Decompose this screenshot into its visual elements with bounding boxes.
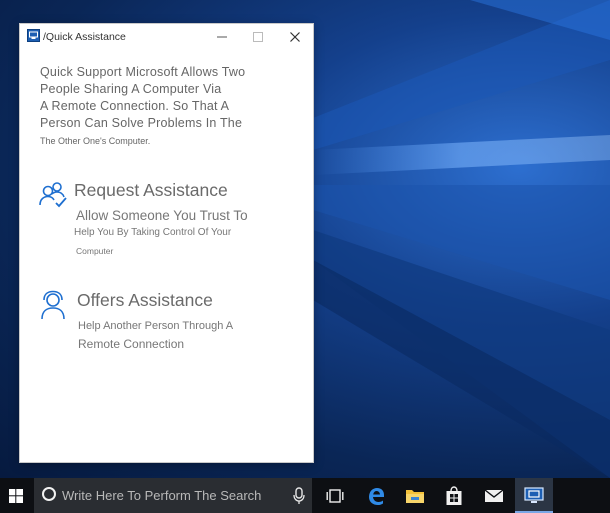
store-taskbar-button[interactable] — [435, 478, 473, 513]
quick-assist-icon — [524, 486, 544, 503]
intro-line-4: Person Can Solve Problems In The — [40, 116, 243, 130]
intro-line-3: A Remote Connection. So That A — [40, 99, 230, 113]
quick-assist-app-icon — [27, 29, 40, 42]
task-view-icon — [326, 488, 344, 503]
start-button[interactable] — [0, 478, 32, 513]
edge-icon — [369, 487, 384, 505]
windows-logo-icon — [9, 488, 23, 503]
offer-assistance-option[interactable]: Offers Assistance Help Another Person Th… — [38, 290, 298, 354]
search-box[interactable] — [34, 478, 312, 513]
task-view-button[interactable] — [316, 478, 354, 513]
store-icon — [446, 485, 462, 505]
intro-line-2: People Sharing A Computer Via — [40, 82, 222, 96]
file-explorer-taskbar-button[interactable] — [396, 478, 434, 513]
intro-description: Quick Support Microsoft Allows Two Peopl… — [40, 64, 290, 148]
request-assistance-desc-line-3: Computer — [76, 246, 114, 256]
taskbar — [0, 478, 610, 513]
minimize-button[interactable] — [204, 24, 240, 50]
support-agent-icon — [41, 290, 65, 320]
minimize-icon — [217, 36, 227, 38]
maximize-icon — [253, 32, 263, 42]
maximize-button[interactable] — [240, 24, 276, 50]
cortana-icon[interactable] — [42, 487, 56, 501]
edge-taskbar-button[interactable] — [357, 478, 395, 513]
offer-assistance-title: Offers Assistance — [77, 290, 213, 310]
people-check-icon — [39, 182, 67, 208]
request-assistance-option[interactable]: Request Assistance Allow Someone You Tru… — [38, 180, 298, 260]
request-assistance-desc-line-1: Allow Someone You Trust To — [76, 208, 248, 223]
mail-icon — [484, 488, 504, 502]
file-explorer-icon — [406, 489, 424, 503]
quick-assist-window: /Quick Assistance Quick Support Microsof… — [20, 24, 313, 462]
mail-taskbar-button[interactable] — [475, 478, 513, 513]
request-assistance-title: Request Assistance — [74, 180, 228, 200]
intro-line-1: Quick Support Microsoft Allows Two — [40, 65, 246, 79]
close-button[interactable] — [277, 24, 313, 50]
request-assistance-desc-line-2: Help You By Taking Control Of Your — [74, 227, 232, 238]
title-bar[interactable]: /Quick Assistance — [20, 24, 313, 50]
offer-assistance-desc-line-1: Help Another Person Through A — [78, 320, 234, 332]
offer-assistance-desc-line-2: Remote Connection — [78, 337, 185, 351]
search-input[interactable] — [62, 486, 282, 504]
microphone-icon[interactable] — [292, 487, 306, 505]
intro-line-5: The Other One's Computer. — [40, 136, 151, 146]
window-title: /Quick Assistance — [43, 31, 126, 43]
quick-assist-taskbar-button[interactable] — [515, 478, 553, 513]
close-icon — [290, 32, 300, 42]
